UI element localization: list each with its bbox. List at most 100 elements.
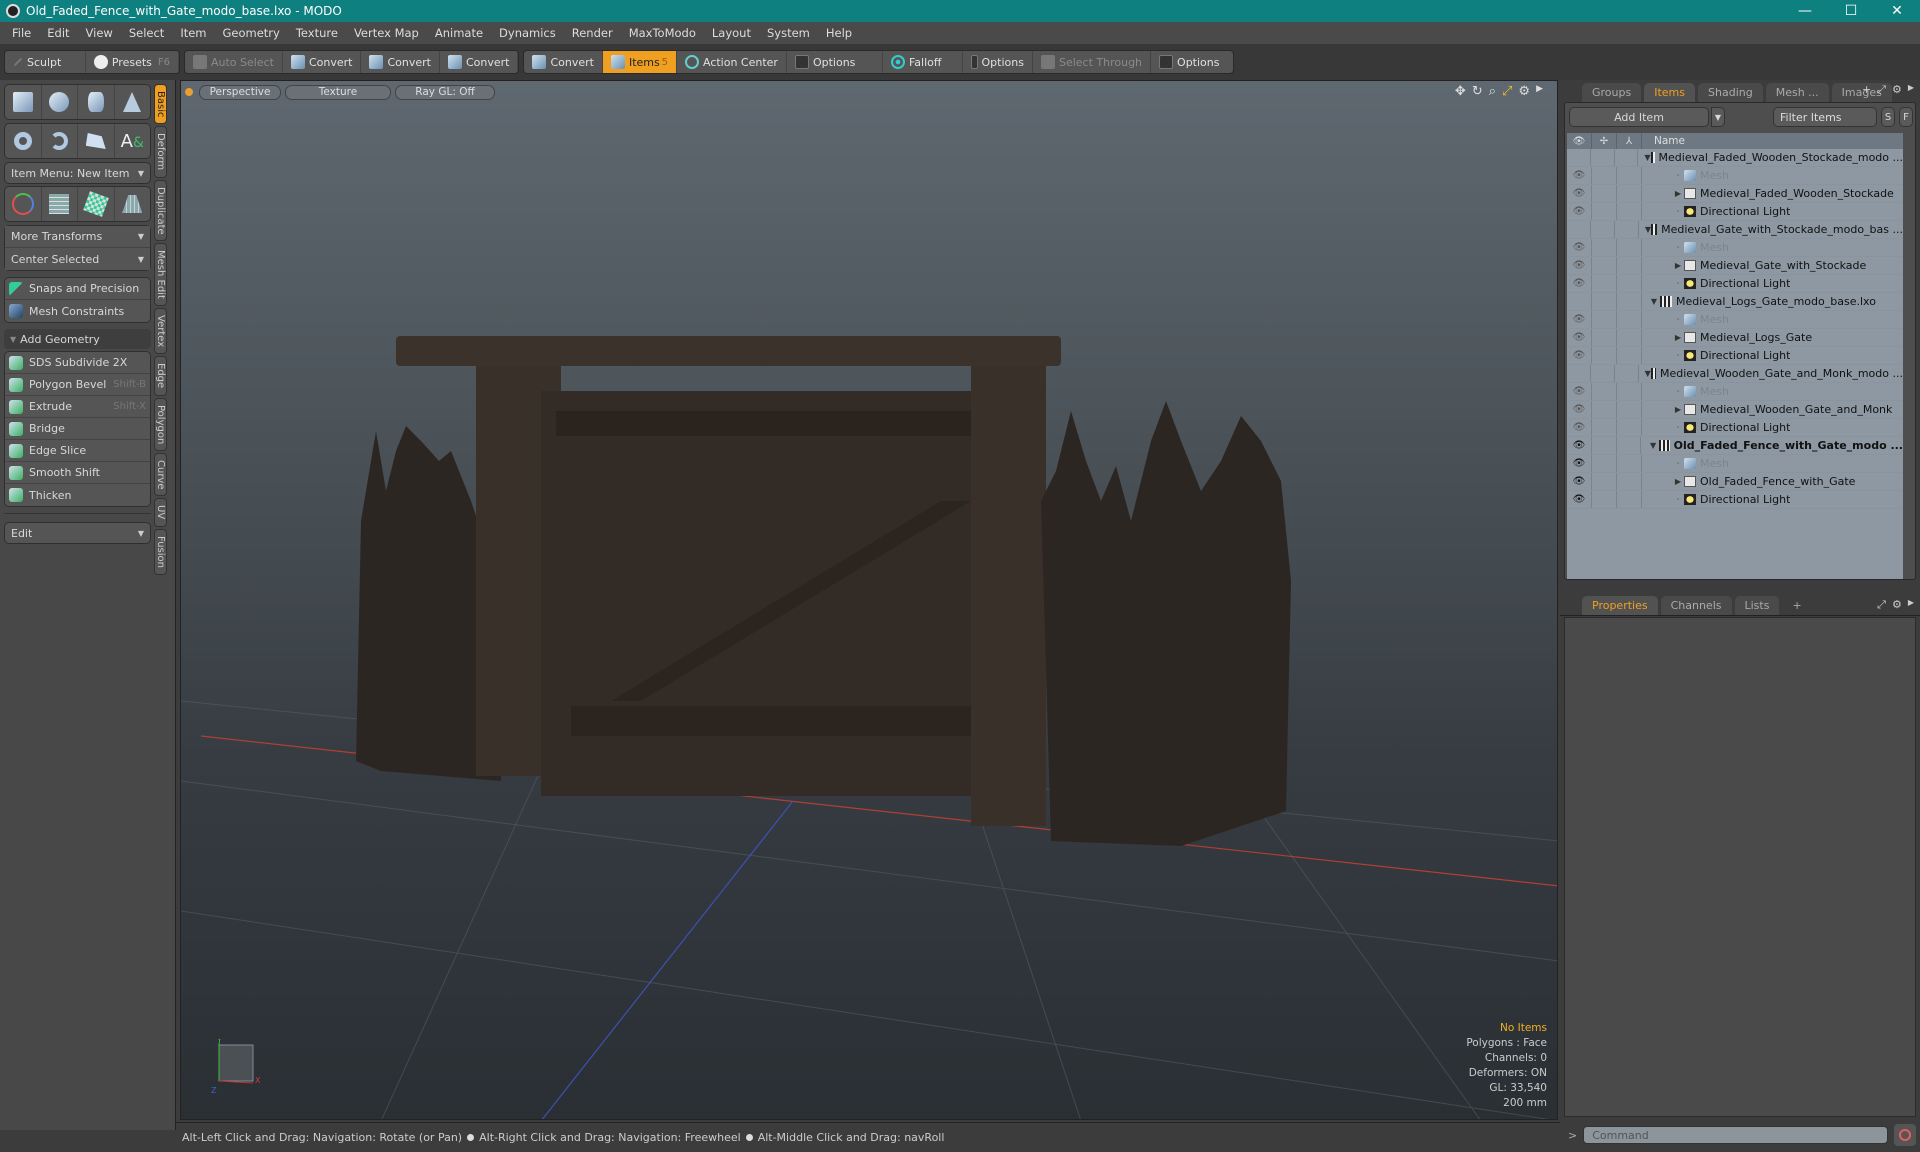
axis-cell[interactable] <box>1617 185 1642 202</box>
tree-row-scene[interactable]: ▼ Medieval_Logs_Gate_modo_base.lxo <box>1567 293 1903 311</box>
zoom-icon[interactable]: ⌕ <box>1489 84 1496 99</box>
tree-row-mesh[interactable]: 👁 · Mesh <box>1567 383 1903 401</box>
visibility-eye-icon[interactable]: 👁 <box>1567 239 1592 256</box>
visibility-column-icon[interactable]: 👁 <box>1567 133 1592 149</box>
tree-row-folder[interactable]: 👁 ▶ Old_Faded_Fence_with_Gate <box>1567 473 1903 491</box>
auto-select-button[interactable]: Auto Select <box>185 51 283 73</box>
expand-arrow-icon[interactable]: ▶ <box>1672 477 1684 486</box>
menu-layout[interactable]: Layout <box>704 26 759 40</box>
visibility-eye-icon[interactable] <box>1567 149 1591 166</box>
menu-file[interactable]: File <box>4 26 39 40</box>
tree-row-light[interactable]: 👁 · Directional Light <box>1567 275 1903 293</box>
tool-polygon-bevel[interactable]: Polygon Bevel Shift-B <box>5 374 150 396</box>
axis-cell[interactable] <box>1617 437 1642 454</box>
lock-cell[interactable] <box>1592 257 1617 274</box>
torus-primitive-button[interactable] <box>5 124 42 158</box>
lock-cell[interactable] <box>1592 293 1617 310</box>
capsule-primitive-button[interactable] <box>42 124 78 158</box>
visibility-eye-icon[interactable]: 👁 <box>1567 383 1592 400</box>
tab-properties[interactable]: Properties <box>1582 596 1658 615</box>
vtab-edge[interactable]: Edge <box>154 356 167 396</box>
menu-animate[interactable]: Animate <box>427 26 491 40</box>
tree-row-light[interactable]: 👁 · Directional Light <box>1567 419 1903 437</box>
menu-help[interactable]: Help <box>818 26 860 40</box>
visibility-eye-icon[interactable]: 👁 <box>1567 419 1592 436</box>
axis-cell[interactable] <box>1617 473 1642 490</box>
vtab-duplicate[interactable]: Duplicate <box>154 179 167 242</box>
expand-arrow-icon[interactable]: ▶ <box>1672 189 1684 198</box>
visibility-eye-icon[interactable]: 👁 <box>1567 311 1592 328</box>
mesh-constraints-button[interactable]: Mesh Constraints <box>5 300 150 322</box>
maximize-button[interactable]: ☐ <box>1828 0 1874 22</box>
visibility-eye-icon[interactable]: 👁 <box>1567 257 1592 274</box>
locator-button[interactable] <box>5 187 42 221</box>
axis-cell[interactable] <box>1617 203 1642 220</box>
visibility-eye-icon[interactable]: 👁 <box>1567 203 1592 220</box>
filter-f-button[interactable]: F <box>1899 107 1913 127</box>
axis-cell[interactable] <box>1617 401 1642 418</box>
action-center-button[interactable]: Action Center <box>677 51 787 73</box>
axis-cell[interactable] <box>1617 275 1642 292</box>
expand-arrow-icon[interactable]: ▶ <box>1672 333 1684 342</box>
select-through-options-button[interactable]: Options <box>1151 51 1233 73</box>
minimize-button[interactable]: — <box>1782 0 1828 22</box>
vtab-mesh-edit[interactable]: Mesh Edit <box>154 243 167 307</box>
panel-arrow-icon[interactable]: ▶ <box>1908 598 1914 612</box>
center-selected-dropdown[interactable]: Center Selected ▼ <box>5 248 150 270</box>
tab-shading[interactable]: Shading <box>1698 83 1763 102</box>
add-item-button[interactable]: Add Item <box>1569 107 1709 127</box>
pen-tool-button[interactable] <box>78 124 115 158</box>
lock-cell[interactable] <box>1592 203 1617 220</box>
expand-triangle-icon[interactable]: ▼ <box>1647 441 1658 450</box>
lock-cell[interactable] <box>1592 419 1617 436</box>
tool-sds-subdivide-2x[interactable]: SDS Subdivide 2X <box>5 352 150 374</box>
lock-cell[interactable] <box>1592 275 1617 292</box>
cylinder-primitive-button[interactable] <box>78 85 115 119</box>
items-mode-button[interactable]: Items 5 <box>602 51 677 73</box>
tree-row-folder[interactable]: 👁 ▶ Medieval_Logs_Gate <box>1567 329 1903 347</box>
vtab-curve[interactable]: Curve <box>154 452 167 497</box>
tool-thicken[interactable]: Thicken <box>5 484 150 506</box>
menu-edit[interactable]: Edit <box>39 26 77 40</box>
visibility-eye-icon[interactable]: 👁 <box>1567 275 1592 292</box>
close-button[interactable]: ✕ <box>1874 0 1920 22</box>
visibility-eye-icon[interactable]: 👁 <box>1567 401 1592 418</box>
visibility-eye-icon[interactable]: 👁 <box>1567 437 1592 454</box>
edit-dropdown[interactable]: Edit ▼ <box>4 522 151 544</box>
tool-bridge[interactable]: Bridge <box>5 418 150 440</box>
lock-cell[interactable] <box>1592 311 1617 328</box>
visibility-eye-icon[interactable]: 👁 <box>1567 185 1592 202</box>
add-item-dropdown[interactable]: ▼ <box>1711 107 1725 127</box>
lock-cell[interactable] <box>1592 491 1617 508</box>
axis-cell[interactable] <box>1617 329 1642 346</box>
vtab-polygon[interactable]: Polygon <box>154 397 167 451</box>
menu-vertex-map[interactable]: Vertex Map <box>346 26 427 40</box>
menu-item[interactable]: Item <box>172 26 214 40</box>
convert-materials-button[interactable]: Convert <box>524 51 603 73</box>
menu-view[interactable]: View <box>78 26 121 40</box>
name-column-header[interactable]: Name <box>1642 135 1685 147</box>
expand-icon[interactable]: ⤢ <box>1877 598 1886 612</box>
tool-smooth-shift[interactable]: Smooth Shift <box>5 462 150 484</box>
lock-cell[interactable] <box>1592 167 1617 184</box>
axis-cell[interactable] <box>1617 167 1642 184</box>
vtab-uv[interactable]: UV <box>154 498 167 527</box>
tree-row-mesh[interactable]: 👁 · Mesh <box>1567 455 1903 473</box>
convert-edges-button[interactable]: Convert <box>361 51 440 73</box>
axis-cell[interactable] <box>1617 311 1642 328</box>
axis-cell[interactable] <box>1617 491 1642 508</box>
add-geometry-header[interactable]: ▼ Add Geometry <box>4 329 151 349</box>
presets-button[interactable]: Presets F6 <box>86 51 179 73</box>
viewport-options-dot[interactable] <box>185 88 193 96</box>
convert-vertices-button[interactable]: Convert <box>283 51 362 73</box>
visibility-eye-icon[interactable] <box>1567 365 1591 382</box>
more-transforms-dropdown[interactable]: More Transforms ▼ <box>5 226 150 248</box>
axis-cell[interactable] <box>1615 221 1639 238</box>
sculpt-button[interactable]: Sculpt <box>5 51 86 73</box>
cone-primitive-button[interactable] <box>115 85 151 119</box>
cube-primitive-button[interactable] <box>5 85 42 119</box>
visibility-eye-icon[interactable]: 👁 <box>1567 167 1592 184</box>
tree-row-light[interactable]: 👁 · Directional Light <box>1567 491 1903 509</box>
lock-cell[interactable] <box>1592 185 1617 202</box>
lock-cell[interactable] <box>1592 347 1617 364</box>
